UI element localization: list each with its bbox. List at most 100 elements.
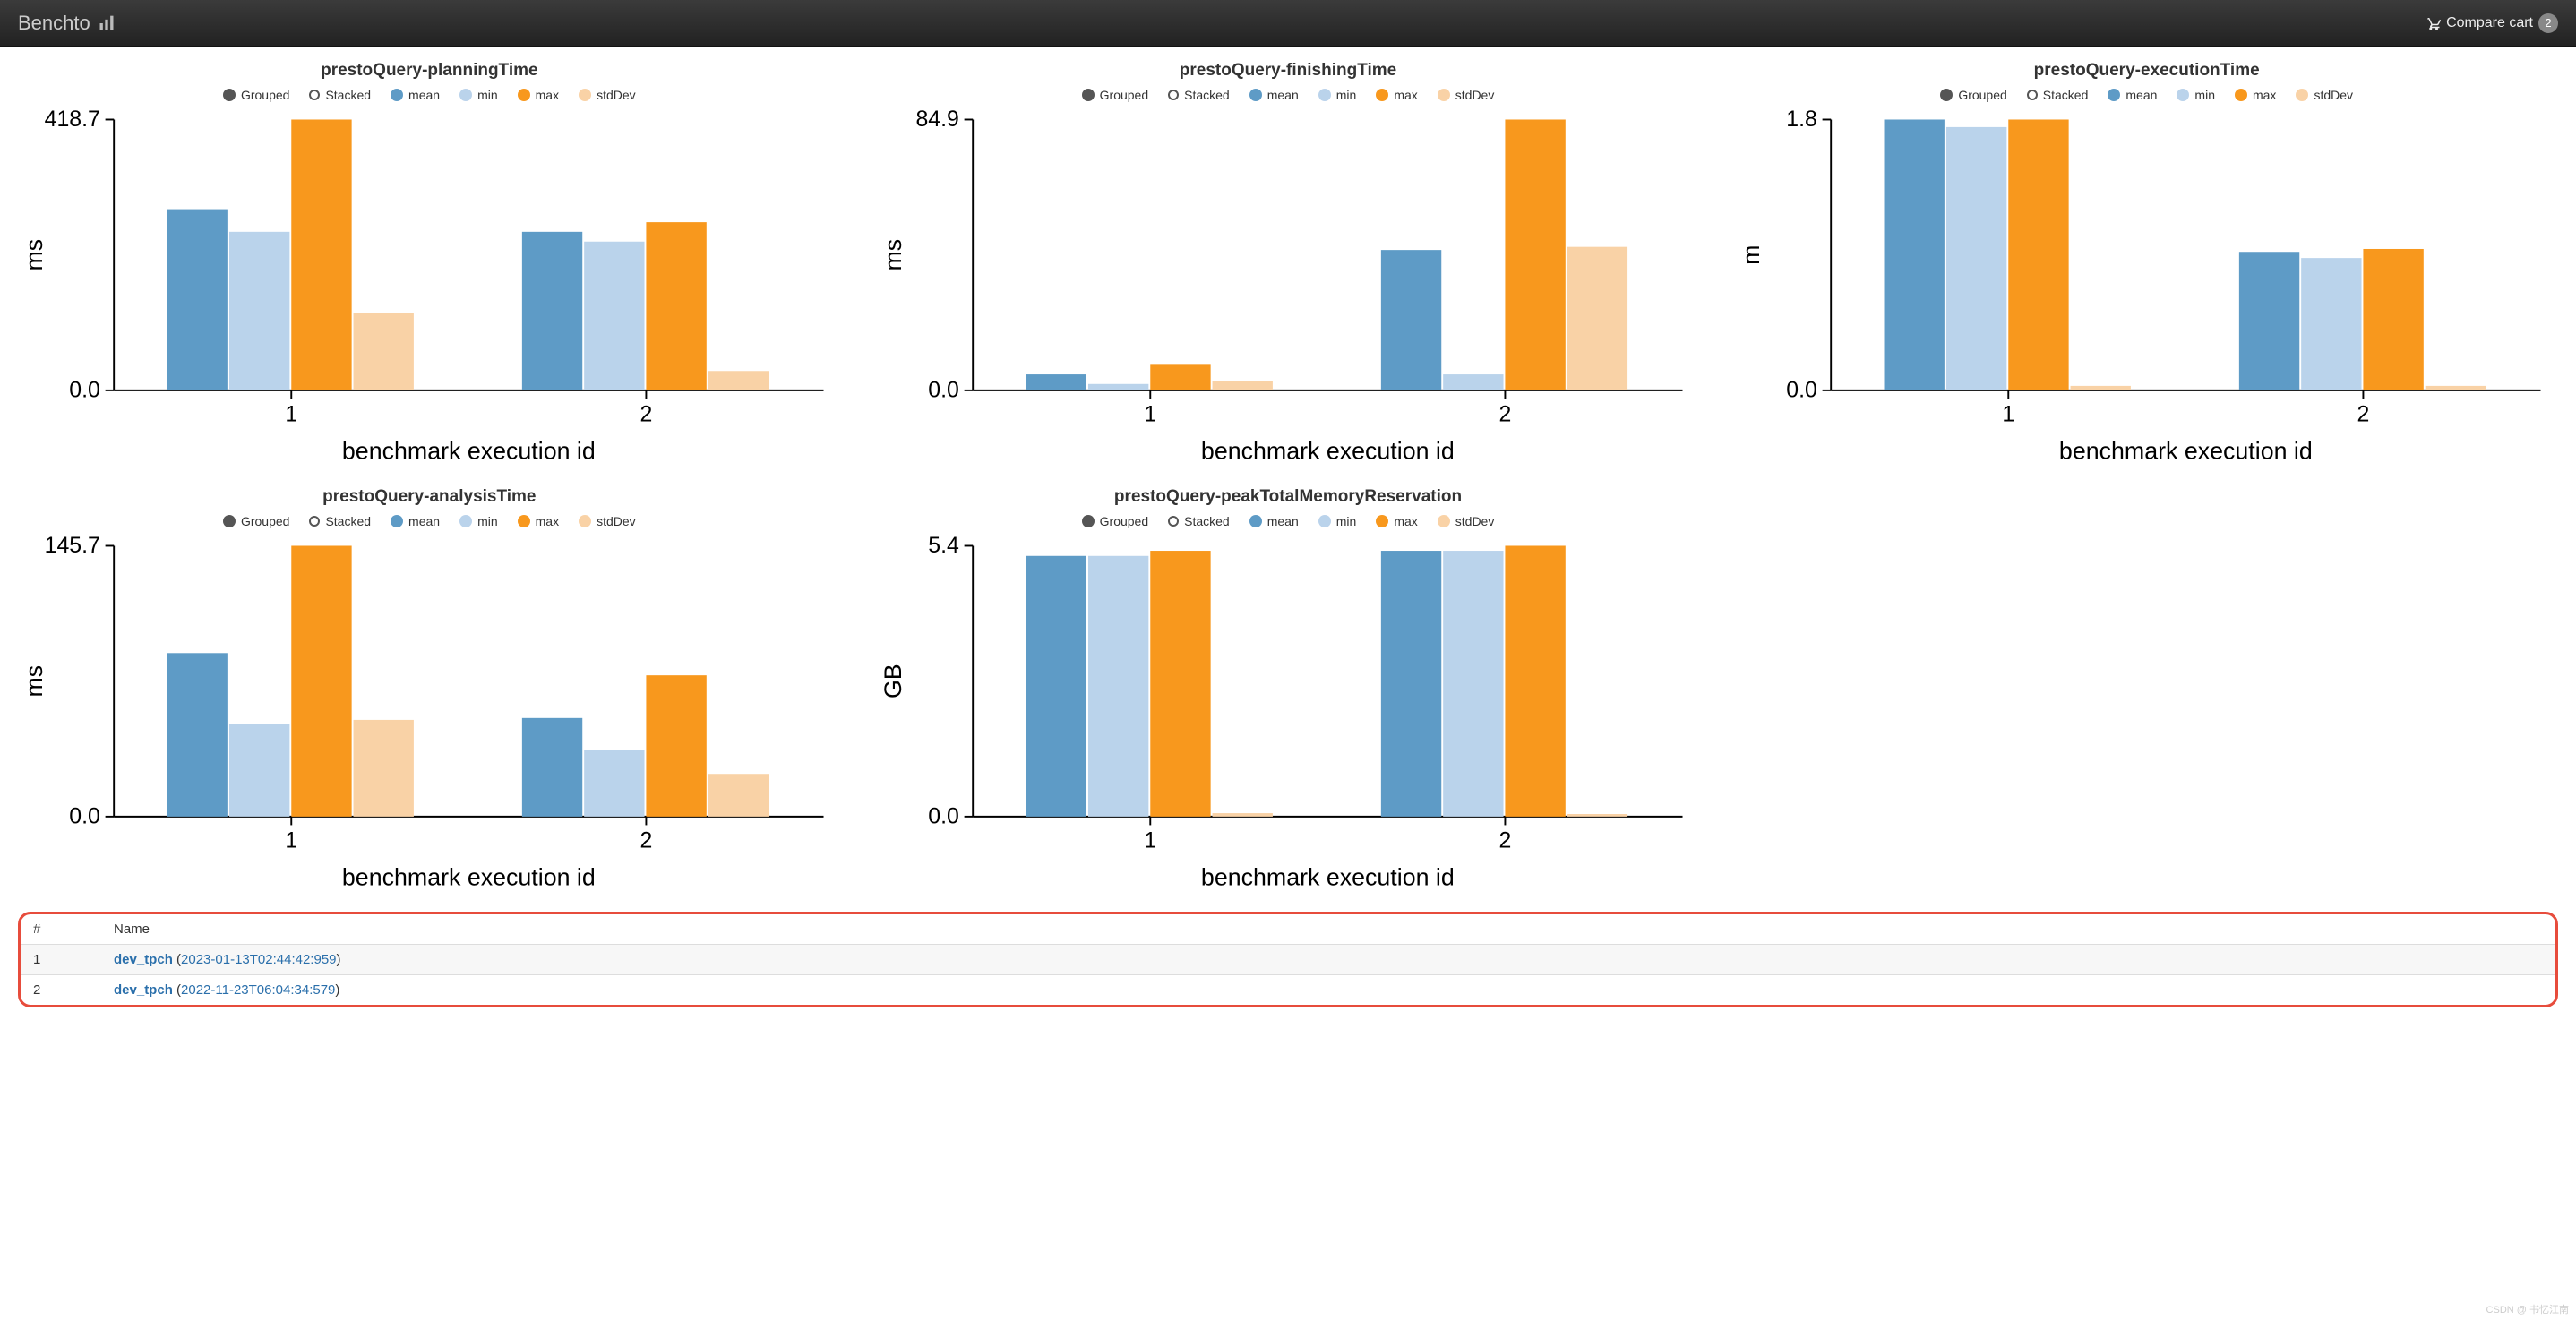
bar-finishingTime-1-min[interactable] — [1088, 384, 1148, 390]
bar-peakTotalMemoryReservation-1-min[interactable] — [1088, 556, 1148, 817]
ylabel: ms — [879, 239, 906, 271]
legend-stacked[interactable]: Stacked — [309, 514, 371, 528]
bar-analysisTime-2-stdDev[interactable] — [708, 774, 769, 817]
bar-executionTime-2-mean[interactable] — [2239, 252, 2299, 390]
bar-executionTime-1-min[interactable] — [1946, 127, 2006, 390]
legend-stacked[interactable]: Stacked — [1168, 514, 1230, 528]
legend-mean[interactable]: mean — [2108, 88, 2157, 102]
bar-analysisTime-2-max[interactable] — [646, 675, 706, 817]
legend-mean[interactable]: mean — [1249, 514, 1299, 528]
runs-table: # Name 1 dev_tpch (2023-01-13T02:44:42:9… — [21, 914, 2555, 1005]
watermark: CSDN @ 书忆江南 — [2486, 1302, 2569, 1316]
row-index: 1 — [21, 944, 101, 974]
bar-peakTotalMemoryReservation-1-mean[interactable] — [1026, 556, 1086, 817]
charts-grid: prestoQuery-planningTime Grouped Stacked… — [0, 47, 2576, 904]
legend-max[interactable]: max — [1376, 514, 1417, 528]
legend-stacked[interactable]: Stacked — [309, 88, 371, 102]
compare-cart-button[interactable]: Compare cart 2 — [2425, 13, 2558, 33]
legend-max[interactable]: max — [2235, 88, 2276, 102]
bar-analysisTime-1-stdDev[interactable] — [354, 720, 414, 817]
run-name-link[interactable]: dev_tpch — [114, 952, 173, 967]
legend-min[interactable]: min — [459, 88, 498, 102]
legend-grouped[interactable]: Grouped — [1940, 88, 2006, 102]
bar-peakTotalMemoryReservation-2-stdDev[interactable] — [1567, 814, 1627, 817]
xlabel: benchmark execution id — [1201, 863, 1455, 890]
run-date-link[interactable]: 2022-11-23T06:04:34:579 — [181, 982, 335, 998]
dot-stddev-icon — [1438, 89, 1450, 101]
legend-max[interactable]: max — [1376, 88, 1417, 102]
legend-stddev[interactable]: stdDev — [1438, 514, 1495, 528]
chart-svg-planningTime: 418.7 0.0 12 benchmark execution id ms — [18, 109, 841, 469]
runs-table-wrap: # Name 1 dev_tpch (2023-01-13T02:44:42:9… — [18, 912, 2558, 1007]
legend-max[interactable]: max — [518, 514, 559, 528]
legend-stddev[interactable]: stdDev — [1438, 88, 1495, 102]
legend-grouped[interactable]: Grouped — [223, 88, 289, 102]
legend-min[interactable]: min — [2177, 88, 2215, 102]
dot-mean-icon — [1249, 515, 1262, 527]
dot-stddev-icon — [579, 89, 591, 101]
bar-executionTime-2-stdDev[interactable] — [2426, 386, 2486, 390]
bar-executionTime-1-mean[interactable] — [1885, 119, 1945, 390]
legend-min[interactable]: min — [1318, 88, 1357, 102]
dot-filled-icon — [1082, 515, 1095, 527]
bar-finishingTime-1-stdDev[interactable] — [1212, 381, 1272, 390]
bar-analysisTime-2-min[interactable] — [584, 750, 644, 817]
bar-finishingTime-2-min[interactable] — [1443, 374, 1503, 390]
bar-planningTime-1-max[interactable] — [291, 119, 351, 390]
bar-planningTime-1-mean[interactable] — [167, 210, 228, 390]
ylabel: ms — [21, 665, 47, 698]
bar-planningTime-2-max[interactable] — [646, 222, 706, 390]
col-index: # — [21, 914, 101, 945]
legend-stddev[interactable]: stdDev — [579, 88, 636, 102]
run-name-link[interactable]: dev_tpch — [114, 982, 173, 998]
legend-grouped[interactable]: Grouped — [1082, 514, 1148, 528]
bar-planningTime-2-min[interactable] — [584, 242, 644, 390]
legend-stddev[interactable]: stdDev — [2296, 88, 2353, 102]
bar-executionTime-2-min[interactable] — [2301, 258, 2361, 390]
ylabel: ms — [21, 239, 47, 271]
chart-title: prestoQuery-analysisTime — [322, 487, 536, 507]
ymax-label: 1.8 — [1787, 109, 1818, 132]
bar-planningTime-2-mean[interactable] — [522, 232, 582, 390]
brand[interactable]: Benchto — [18, 12, 116, 35]
legend-mean[interactable]: mean — [391, 514, 440, 528]
legend-mean[interactable]: mean — [391, 88, 440, 102]
bar-planningTime-1-stdDev[interactable] — [354, 313, 414, 390]
legend-mean[interactable]: mean — [1249, 88, 1299, 102]
chart-panel-analysisTime: prestoQuery-analysisTime Grouped Stacked… — [18, 487, 841, 896]
dot-hollow-icon — [1168, 516, 1179, 527]
dot-mean-icon — [2108, 89, 2120, 101]
bar-finishingTime-2-stdDev[interactable] — [1567, 247, 1627, 390]
bar-finishingTime-1-mean[interactable] — [1026, 374, 1086, 390]
legend-grouped[interactable]: Grouped — [1082, 88, 1148, 102]
legend-max[interactable]: max — [518, 88, 559, 102]
bar-executionTime-1-max[interactable] — [2009, 119, 2069, 390]
legend-min[interactable]: min — [1318, 514, 1357, 528]
dot-filled-icon — [1082, 89, 1095, 101]
bar-peakTotalMemoryReservation-1-max[interactable] — [1150, 551, 1210, 817]
bar-executionTime-1-stdDev[interactable] — [2071, 386, 2131, 390]
bar-analysisTime-1-max[interactable] — [291, 545, 351, 816]
legend-stacked[interactable]: Stacked — [2027, 88, 2089, 102]
legend-stacked[interactable]: Stacked — [1168, 88, 1230, 102]
bar-peakTotalMemoryReservation-1-stdDev[interactable] — [1212, 813, 1272, 817]
run-date-link[interactable]: 2023-01-13T02:44:42:959 — [181, 952, 336, 967]
bar-analysisTime-2-mean[interactable] — [522, 718, 582, 817]
bar-finishingTime-1-max[interactable] — [1150, 364, 1210, 390]
bar-peakTotalMemoryReservation-2-min[interactable] — [1443, 551, 1503, 817]
bar-planningTime-2-stdDev[interactable] — [708, 371, 769, 390]
bar-peakTotalMemoryReservation-2-mean[interactable] — [1381, 551, 1441, 817]
chart-title: prestoQuery-planningTime — [321, 61, 537, 81]
legend-grouped[interactable]: Grouped — [223, 514, 289, 528]
bar-peakTotalMemoryReservation-2-max[interactable] — [1505, 545, 1565, 816]
xtick-label: 1 — [1144, 827, 1156, 853]
bar-analysisTime-1-mean[interactable] — [167, 653, 228, 817]
legend-stddev[interactable]: stdDev — [579, 514, 636, 528]
bar-planningTime-1-min[interactable] — [229, 232, 289, 390]
bar-analysisTime-1-min[interactable] — [229, 724, 289, 817]
bar-executionTime-2-max[interactable] — [2364, 249, 2424, 390]
bar-finishingTime-2-max[interactable] — [1505, 119, 1565, 390]
legend-min[interactable]: min — [459, 514, 498, 528]
bar-finishingTime-2-mean[interactable] — [1381, 250, 1441, 390]
xlabel: benchmark execution id — [1201, 437, 1455, 464]
